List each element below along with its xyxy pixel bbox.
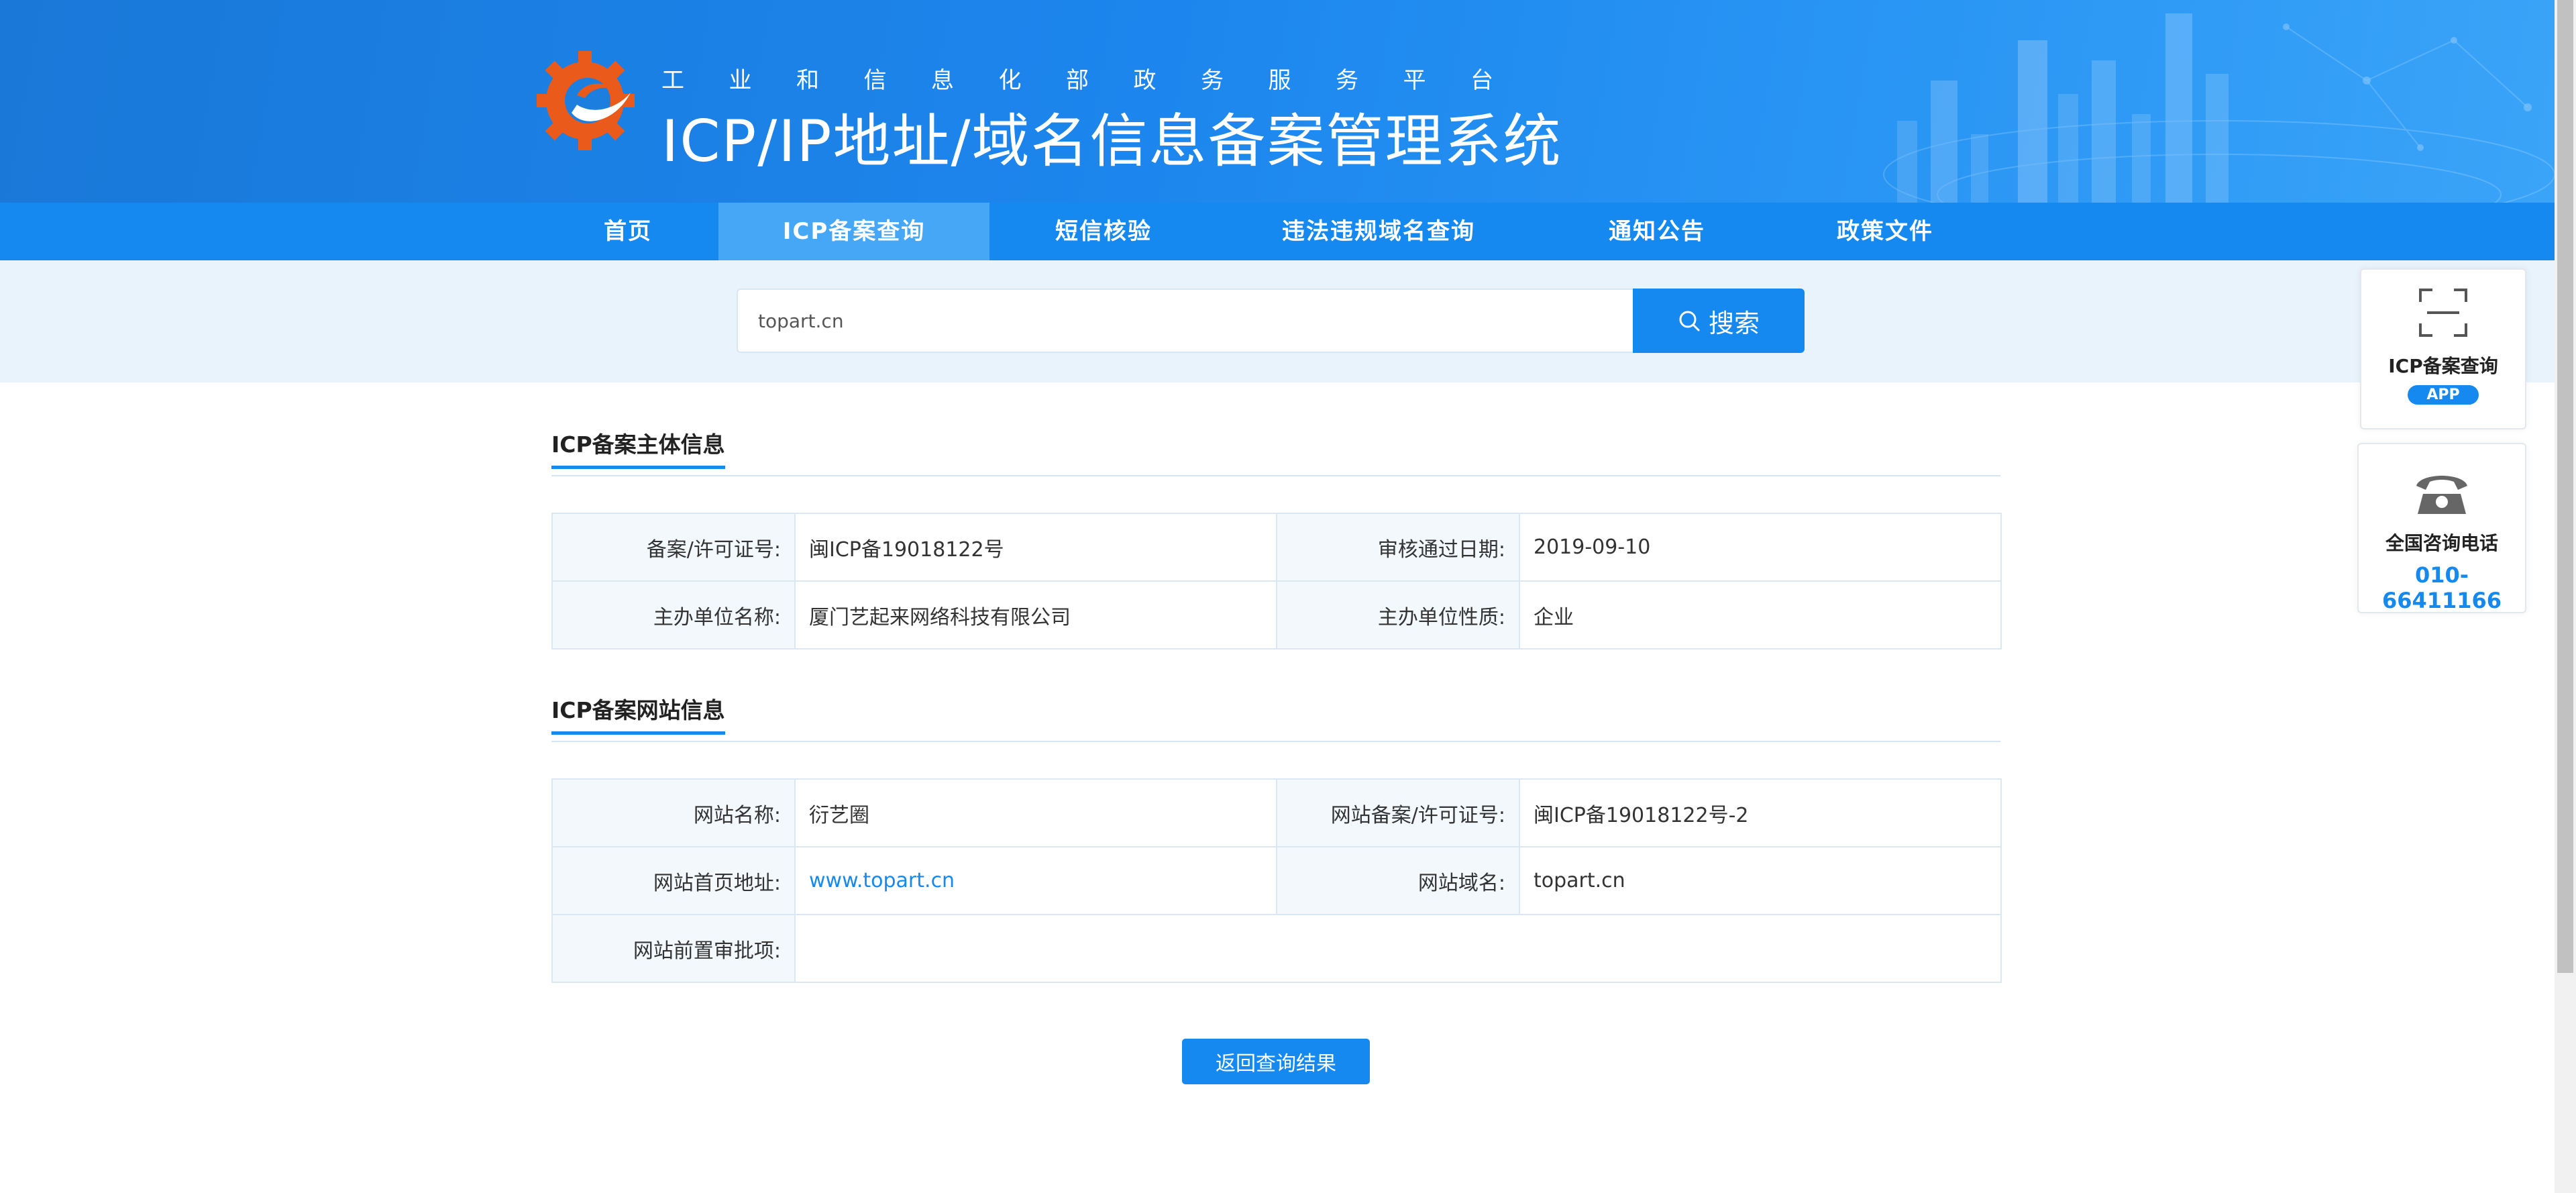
app-download-card[interactable]: ICP备案查询 APP — [2360, 268, 2526, 429]
back-to-results-button[interactable]: 返回查询结果 — [1182, 1039, 1370, 1084]
homepage-url-cell: www.topart.cn — [794, 846, 1277, 915]
ministry-char: 业 — [729, 67, 752, 94]
ministry-char: 工 — [661, 67, 684, 94]
search-input[interactable] — [737, 289, 1634, 353]
nav-item-sms-verify[interactable]: 短信核验 — [1013, 203, 1194, 260]
miit-logo — [537, 51, 635, 150]
system-title: ICP/IP地址/域名信息备案管理系统 — [661, 108, 1562, 175]
domain-value: topart.cn — [1519, 846, 2002, 915]
hotline-label: 全国咨询电话 — [2385, 532, 2498, 554]
app-card-label: ICP备案查询 — [2388, 355, 2498, 377]
search-button[interactable]: 搜索 — [1633, 289, 1805, 353]
website-license-label: 网站备案/许可证号: — [1276, 778, 1520, 847]
search-band: 搜索 — [0, 260, 2555, 382]
ministry-char: 和 — [796, 67, 819, 94]
ministry-char: 服 — [1268, 67, 1291, 94]
hotline-card: 全国咨询电话 010-66411166 — [2357, 443, 2526, 613]
website-info-table: 网站名称: 衍艺圈 网站备案/许可证号: 闽ICP备19018122号-2 网站… — [551, 778, 2002, 983]
license-number-label: 备案/许可证号: — [551, 513, 796, 582]
ministry-char: 平 — [1403, 67, 1426, 94]
approval-date-value: 2019-09-10 — [1519, 513, 2002, 582]
ministry-char: 部 — [1066, 67, 1089, 94]
homepage-url-link[interactable]: www.topart.cn — [809, 869, 955, 892]
app-badge: APP — [2408, 385, 2479, 405]
ministry-char: 务 — [1336, 67, 1358, 94]
table-row: 网站名称: 衍艺圈 网站备案/许可证号: 闽ICP备19018122号-2 — [551, 778, 2002, 847]
subject-section-title: ICP备案主体信息 — [551, 427, 725, 469]
organizer-type-label: 主办单位性质: — [1276, 580, 1520, 650]
license-number-value: 闽ICP备19018122号 — [794, 513, 1277, 582]
site-header: 工 业 和 信 息 化 部 政 务 服 务 平 台 ICP/IP地址/域名信息备… — [0, 0, 2555, 203]
organizer-type-value: 企业 — [1519, 580, 2002, 650]
hotline-number: 010-66411166 — [2381, 562, 2502, 613]
nav-item-policy-docs[interactable]: 政策文件 — [1784, 203, 1986, 260]
ministry-char: 务 — [1201, 67, 1224, 94]
pre-approval-value — [794, 914, 2002, 983]
approval-date-label: 审核通过日期: — [1276, 513, 1520, 582]
ministry-name: 工 业 和 信 息 化 部 政 务 服 务 平 台 — [661, 62, 1493, 95]
subject-info-table: 备案/许可证号: 闽ICP备19018122号 审核通过日期: 2019-09-… — [551, 513, 2002, 650]
telephone-icon — [2416, 476, 2467, 514]
ministry-char: 台 — [1470, 67, 1493, 94]
section-divider — [551, 475, 2000, 476]
ministry-char: 政 — [1133, 67, 1157, 94]
search-button-label: 搜索 — [1708, 309, 1760, 338]
ministry-char: 息 — [931, 67, 954, 94]
page-scrollbar-thumb[interactable] — [2557, 0, 2573, 973]
ministry-char: 化 — [998, 67, 1022, 94]
nav-item-icp-query[interactable]: ICP备案查询 — [718, 203, 989, 260]
website-section-title: ICP备案网站信息 — [551, 692, 725, 735]
ministry-char: 信 — [863, 67, 887, 94]
website-name-label: 网站名称: — [551, 778, 796, 847]
nav-item-home[interactable]: 首页 — [561, 203, 695, 260]
table-row: 备案/许可证号: 闽ICP备19018122号 审核通过日期: 2019-09-… — [551, 513, 2002, 582]
nav-item-illegal-domain-query[interactable]: 违法违规域名查询 — [1241, 203, 1516, 260]
website-license-value: 闽ICP备19018122号-2 — [1519, 778, 2002, 847]
pre-approval-label: 网站前置审批项: — [551, 914, 796, 983]
table-row: 网站前置审批项: — [551, 914, 2002, 983]
website-name-value: 衍艺圈 — [794, 778, 1277, 847]
organizer-name-label: 主办单位名称: — [551, 580, 796, 650]
scan-icon — [2419, 289, 2467, 337]
table-row: 主办单位名称: 厦门艺起来网络科技有限公司 主办单位性质: 企业 — [551, 580, 2002, 650]
main-nav: 首页 ICP备案查询 短信核验 违法违规域名查询 通知公告 政策文件 — [0, 203, 2555, 260]
homepage-url-label: 网站首页地址: — [551, 846, 796, 915]
organizer-name-value: 厦门艺起来网络科技有限公司 — [794, 580, 1277, 650]
city-skyline-decoration — [1883, 13, 2555, 203]
table-row: 网站首页地址: www.topart.cn 网站域名: topart.cn — [551, 846, 2002, 915]
search-icon — [1679, 311, 1700, 331]
nav-item-notices[interactable]: 通知公告 — [1556, 203, 1758, 260]
section-divider — [551, 741, 2000, 742]
domain-label: 网站域名: — [1276, 846, 1520, 915]
